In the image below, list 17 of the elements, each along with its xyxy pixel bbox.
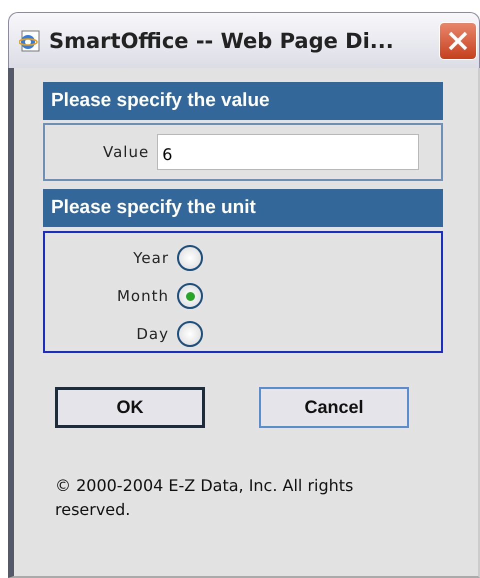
radio-button[interactable] bbox=[177, 245, 203, 271]
radio-button[interactable] bbox=[177, 321, 203, 347]
window-title: SmartOffice -- Web Page Di... bbox=[49, 28, 395, 52]
copyright-text: © 2000-2004 E-Z Data, Inc. All rights reserved. bbox=[55, 475, 354, 521]
cancel-button[interactable]: Cancel bbox=[259, 387, 409, 428]
ok-button[interactable]: OK bbox=[55, 387, 205, 428]
radio-button[interactable] bbox=[177, 283, 203, 309]
option-label: Year bbox=[132, 248, 169, 269]
section-heading: Please specify the unit bbox=[43, 189, 443, 227]
section-heading: Please specify the value bbox=[43, 82, 443, 120]
option-label: Day bbox=[135, 324, 169, 345]
browser-icon bbox=[19, 30, 41, 52]
value-field[interactable]: 6 bbox=[157, 134, 420, 170]
field-label: Value bbox=[103, 143, 150, 161]
option-label: Month bbox=[116, 286, 169, 307]
close-icon bbox=[447, 30, 469, 52]
close-button[interactable] bbox=[439, 22, 477, 60]
